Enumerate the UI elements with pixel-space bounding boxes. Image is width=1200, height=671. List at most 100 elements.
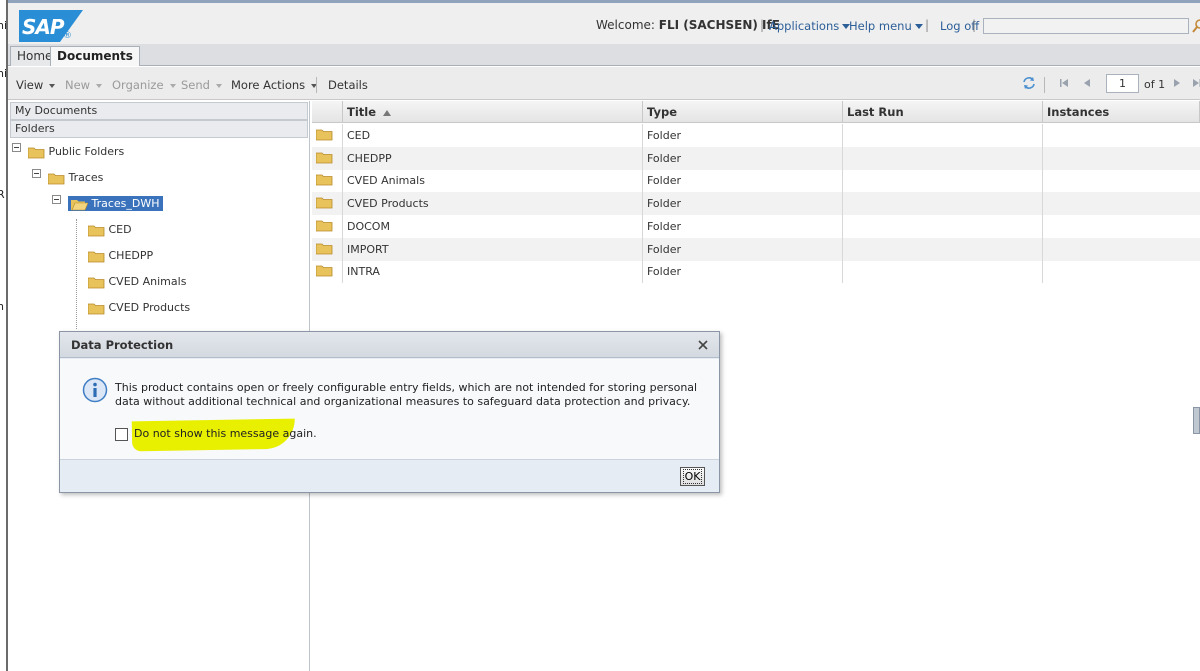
send-label: Send	[181, 78, 210, 92]
tree-node-ced[interactable]: CED	[88, 223, 132, 237]
folder-icon	[48, 173, 65, 184]
tab-bar: Home Documents	[8, 44, 1200, 66]
folder-icon	[312, 146, 343, 170]
tree-label: Public Folders	[48, 145, 125, 158]
instances-cell	[1043, 238, 1200, 261]
my-documents-header[interactable]: My Documents	[10, 102, 308, 120]
search-input[interactable]	[983, 18, 1189, 34]
logo-text: SAP	[22, 15, 65, 39]
table-row[interactable]: CVED Animals Folder	[312, 169, 1200, 193]
tree-line	[76, 219, 77, 329]
do-not-show-label[interactable]: Do not show this message again.	[134, 427, 317, 440]
toolbar-divider	[316, 77, 317, 93]
folder-icon	[312, 124, 343, 147]
column-header-type[interactable]: Type	[643, 101, 843, 123]
applications-menu[interactable]: Applications	[769, 19, 851, 33]
title-cell[interactable]: IMPORT	[343, 237, 643, 261]
previous-page-icon[interactable]	[1081, 77, 1093, 89]
chevron-down-icon	[169, 83, 176, 88]
tab-documents[interactable]: Documents	[50, 46, 140, 66]
instances-cell	[1043, 260, 1200, 283]
bleed-text: ni	[0, 67, 8, 80]
tree-node-cved-animals[interactable]: CVED Animals	[88, 275, 186, 289]
refresh-icon[interactable]	[1022, 76, 1036, 90]
table-row[interactable]: CED Folder	[312, 124, 1200, 147]
collapse-toggle-icon[interactable]	[32, 169, 41, 178]
toolbar-divider	[1044, 77, 1045, 93]
instances-cell	[1043, 192, 1200, 215]
tree-label: CHEDPP	[108, 249, 154, 262]
side-panel-handle[interactable]	[1193, 407, 1200, 434]
ok-label: OK	[682, 469, 703, 484]
title-cell[interactable]: DOCOM	[343, 214, 643, 238]
type-cell: Folder	[643, 146, 843, 170]
search-icon[interactable]	[1192, 18, 1200, 34]
folder-icon	[88, 277, 105, 288]
last-run-cell	[843, 146, 1043, 170]
help-menu[interactable]: Help menu	[849, 19, 923, 33]
table-row[interactable]: IMPORT Folder	[312, 237, 1200, 261]
page-number-input[interactable]: 1	[1106, 74, 1139, 93]
chevron-down-icon	[96, 83, 103, 88]
title-cell[interactable]: CED	[343, 124, 643, 147]
folder-icon	[312, 260, 343, 284]
column-header-instances[interactable]: Instances	[1043, 101, 1200, 123]
tree-node-traces[interactable]: Traces	[48, 171, 103, 185]
instances-cell	[1043, 147, 1200, 170]
last-run-cell	[843, 124, 1043, 147]
table-row[interactable]: CVED Products Folder	[312, 192, 1200, 216]
table-row[interactable]: DOCOM Folder	[312, 214, 1200, 238]
header-divider: |	[760, 18, 765, 32]
next-page-icon[interactable]	[1171, 77, 1183, 89]
do-not-show-checkbox[interactable]	[115, 428, 128, 441]
type-cell: Folder	[643, 260, 843, 284]
tree-node-traces-dwh[interactable]: Traces_DWH	[68, 196, 163, 211]
open-folder-icon	[71, 199, 88, 210]
logo-registered-mark: ®	[63, 31, 72, 41]
icon-column-header	[312, 101, 343, 123]
collapse-toggle-icon[interactable]	[52, 195, 61, 204]
bleed-text: n	[0, 300, 4, 313]
last-run-cell	[843, 192, 1043, 216]
folder-icon	[88, 225, 105, 236]
close-icon[interactable]	[696, 338, 710, 352]
column-header-title[interactable]: Title	[343, 101, 643, 123]
column-header-label: Title	[347, 105, 377, 119]
folder-icon	[28, 147, 45, 158]
more-actions-menu-button[interactable]: More Actions	[231, 78, 318, 92]
view-menu-button[interactable]: View	[16, 78, 56, 92]
background-window-edge: hi ni R n	[0, 0, 8, 671]
last-run-cell	[843, 214, 1043, 238]
last-page-icon[interactable]	[1191, 77, 1200, 89]
table-row[interactable]: INTRA Folder	[312, 260, 1200, 284]
organize-menu-button[interactable]: Organize	[112, 78, 176, 92]
applications-label: Applications	[769, 19, 840, 33]
tree-node-public-folders[interactable]: Public Folders	[28, 145, 124, 159]
instances-cell	[1043, 215, 1200, 238]
chevron-down-icon	[215, 83, 222, 88]
folder-icon	[312, 237, 343, 261]
folder-icon	[88, 303, 105, 314]
table-row[interactable]: CHEDPP Folder	[312, 146, 1200, 170]
toolbar: View New Organize Send More Actions Deta…	[8, 67, 1200, 100]
title-cell[interactable]: CVED Animals	[343, 169, 643, 193]
title-cell[interactable]: CVED Products	[343, 192, 643, 216]
column-header-last-run[interactable]: Last Run	[843, 101, 1043, 123]
type-cell: Folder	[643, 192, 843, 216]
more-actions-label: More Actions	[231, 78, 306, 92]
collapse-toggle-icon[interactable]	[12, 143, 21, 152]
folders-header[interactable]: Folders	[10, 120, 308, 138]
dialog-body: This product contains open or freely con…	[60, 359, 719, 459]
new-menu-button[interactable]: New	[65, 78, 103, 92]
bleed-text: hi	[0, 19, 8, 32]
tree-node-chedpp[interactable]: CHEDPP	[88, 249, 153, 263]
send-menu-button[interactable]: Send	[181, 78, 222, 92]
folder-icon	[312, 192, 343, 216]
details-button[interactable]: Details	[328, 78, 368, 92]
title-cell[interactable]: CHEDPP	[343, 146, 643, 170]
view-label: View	[16, 78, 44, 92]
title-cell[interactable]: INTRA	[343, 260, 643, 284]
tree-node-cved-products[interactable]: CVED Products	[88, 301, 190, 315]
ok-button[interactable]: OK	[680, 467, 705, 486]
first-page-icon[interactable]	[1058, 77, 1070, 89]
